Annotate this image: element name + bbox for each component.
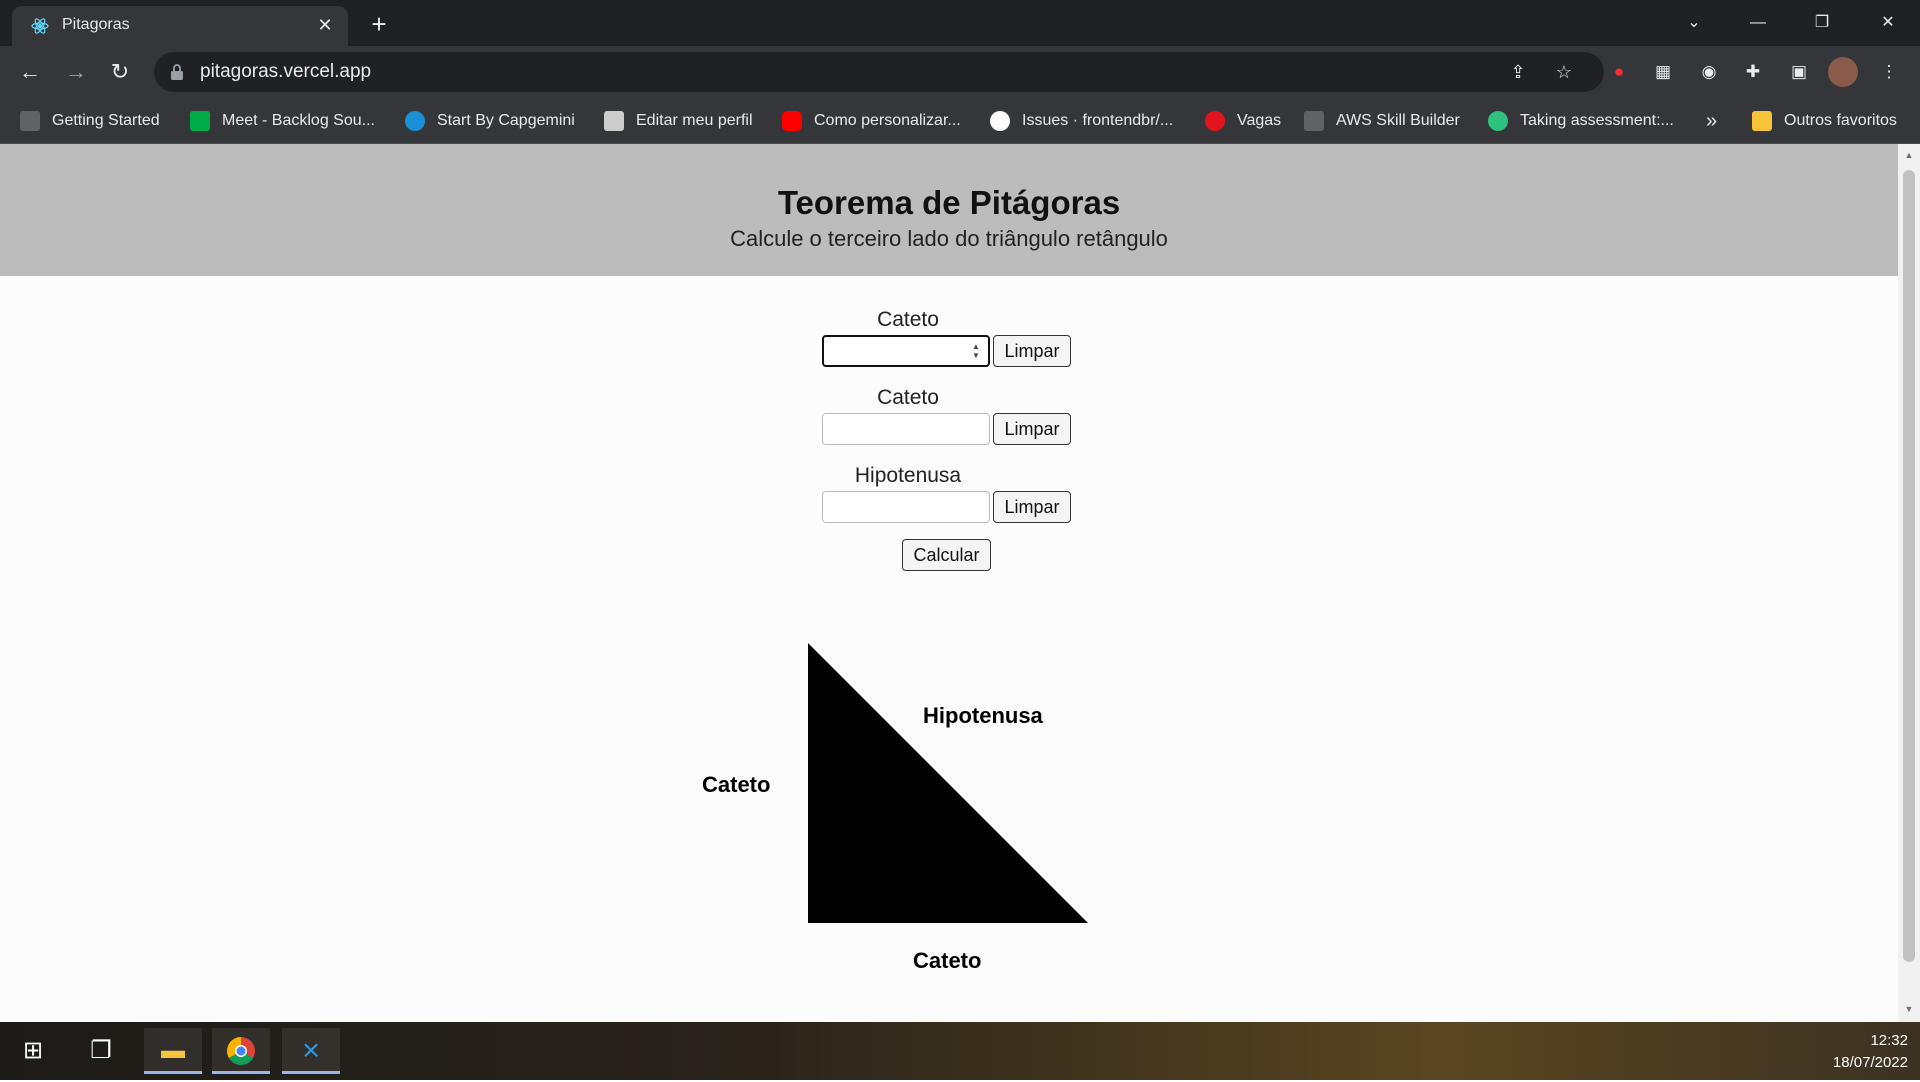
scroll-down-icon[interactable]: ▼ [1903,1004,1915,1016]
task-view-icon[interactable]: ❐ [72,1028,130,1074]
vagas-icon [1205,111,1225,131]
side-panel-icon[interactable]: ▣ [1784,57,1814,87]
forward-icon[interactable]: → [60,56,92,88]
clock-time: 12:32 [1870,1032,1908,1049]
close-window-button[interactable]: ✕ [1868,8,1908,38]
extension-mask-icon[interactable]: ◉ [1694,57,1724,87]
vscode-icon[interactable]: ⨯ [282,1028,340,1074]
right-triangle-diagram [808,643,1088,923]
aws-icon [1304,111,1324,131]
page-content: Teorema de Pitágoras Calcule o terceiro … [0,144,1898,1022]
bookmarks-bar: Getting Started Meet - Backlog Sou... St… [0,98,1920,144]
meet-icon [190,111,210,131]
extension-grid-icon[interactable]: ▦ [1648,57,1678,87]
tab-title: Pitagoras [62,16,130,33]
bookmark-meet[interactable]: Meet - Backlog Sou... [190,108,375,134]
bookmark-other-folder[interactable]: Outros favoritos [1752,108,1897,134]
extensions-puzzle-icon[interactable]: ✚ [1738,57,1768,87]
extension-red-icon[interactable]: ● [1604,57,1634,87]
bookmark-getting-started[interactable]: Getting Started [20,108,160,134]
bookmark-vagas[interactable]: Vagas [1205,108,1281,134]
minimize-button[interactable]: — [1738,8,1778,38]
bookmark-generic-icon [20,111,40,131]
address-bar[interactable]: pitagoras.vercel.app ⇪ ☆ [154,52,1604,92]
close-tab-icon[interactable]: ✕ [314,14,336,36]
assessment-icon [1488,111,1508,131]
triangle-left-cateto-label: Cateto [702,772,771,797]
clear-hipotenusa-button[interactable]: Limpar [993,491,1071,523]
tab-strip: Pitagoras ✕ + ⌄ — ❐ ✕ [0,0,1920,46]
folder-icon [1752,111,1772,131]
cateto-1-input[interactable]: ▲ ▼ [822,335,990,367]
windows-taskbar: ⊞ ❐ ▬ ⨯ 12:32 18/07/2022 [0,1022,1920,1080]
hipotenusa-label: Hipotenusa [854,464,962,487]
bookmark-github-issues[interactable]: Issues · frontendbr/... [990,108,1173,134]
url-text: pitagoras.vercel.app [200,61,372,82]
toolbar: ← → ↻ pitagoras.vercel.app ⇪ ☆ ● ▦ ◉ ✚ ▣… [0,46,1920,98]
new-tab-button[interactable]: + [364,10,394,40]
paint-roller-icon [604,111,624,131]
reload-icon[interactable]: ↻ [104,56,136,88]
scroll-up-icon[interactable]: ▲ [1903,150,1915,162]
clear-cateto-2-button[interactable]: Limpar [993,413,1071,445]
cateto-2-label: Cateto [877,386,939,409]
chrome-logo-icon [227,1037,255,1065]
tab-search-icon[interactable]: ⌄ [1674,8,1714,38]
scrollbar-thumb[interactable] [1903,170,1915,962]
page-header: Teorema de Pitágoras Calcule o terceiro … [0,144,1898,276]
lock-icon [171,64,183,80]
bookmark-editar-perfil[interactable]: Editar meu perfil [604,108,753,134]
bookmark-star-icon[interactable]: ☆ [1552,60,1576,84]
back-icon[interactable]: ← [14,56,46,88]
share-icon[interactable]: ⇪ [1506,60,1530,84]
page-title: Teorema de Pitágoras [777,184,1121,221]
bookmark-aws[interactable]: AWS Skill Builder [1304,108,1460,134]
clear-cateto-1-button[interactable]: Limpar [993,335,1071,367]
right-triangle-shape [808,643,1088,923]
restore-button[interactable]: ❐ [1802,8,1842,38]
react-icon [31,18,49,34]
triangle-bottom-cateto-label: Cateto [913,948,982,973]
cateto-2-input[interactable] [822,413,990,445]
browser-chrome: Pitagoras ✕ + ⌄ — ❐ ✕ ← → ↻ pitagoras.ve… [0,0,1920,144]
file-explorer-icon[interactable]: ▬ [144,1028,202,1074]
youtube-icon [782,111,802,131]
tab-pitagoras[interactable]: Pitagoras ✕ [12,6,348,46]
bookmark-capgemini[interactable]: Start By Capgemini [405,108,575,134]
bookmark-youtube[interactable]: Como personalizar... [782,108,961,134]
chrome-icon[interactable] [212,1028,270,1074]
clock-date: 18/07/2022 [1832,1054,1908,1071]
github-icon [990,111,1010,131]
bookmark-assessment[interactable]: Taking assessment:... [1488,108,1674,134]
windows-start-icon[interactable]: ⊞ [4,1028,62,1074]
page-scrollbar[interactable]: ▲ ▼ [1898,144,1920,1022]
system-clock[interactable]: 12:32 18/07/2022 [1833,1030,1908,1074]
bookmarks-overflow-button[interactable]: » [1706,108,1717,134]
hipotenusa-input[interactable] [822,491,990,523]
avatar[interactable] [1828,57,1858,87]
capgemini-icon [405,111,425,131]
calculate-button[interactable]: Calcular [902,539,991,571]
cateto-1-label: Cateto [877,308,939,331]
number-spinner-icon[interactable]: ▲ ▼ [972,342,982,360]
menu-kebab-icon[interactable]: ⋮ [1874,57,1904,87]
triangle-hipotenusa-label: Hipotenusa [923,703,1043,728]
page-subtitle: Calcule o terceiro lado do triângulo ret… [730,226,1168,251]
